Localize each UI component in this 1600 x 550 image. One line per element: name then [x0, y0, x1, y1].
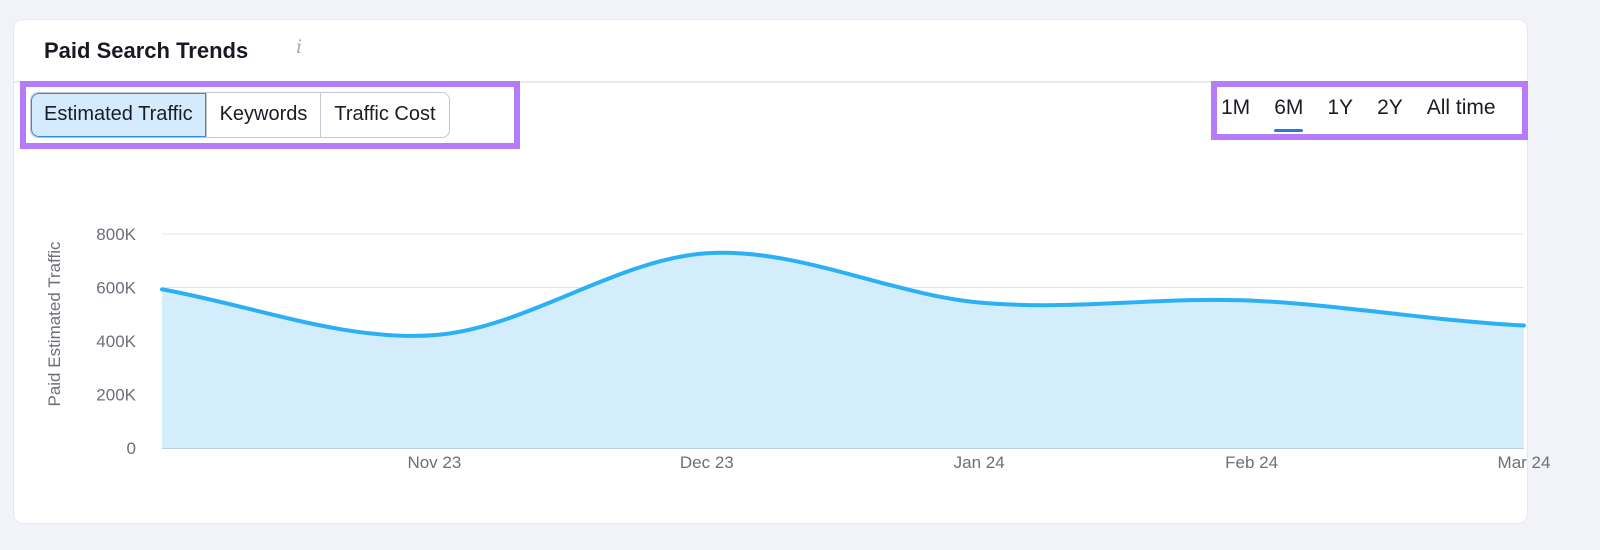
x-tick-label: Mar 24 — [1498, 453, 1551, 472]
y-tick-label: 200K — [96, 386, 136, 405]
x-tick-label: Feb 24 — [1225, 453, 1278, 472]
y-tick-label: 400K — [96, 332, 136, 351]
y-tick-label: 600K — [96, 279, 136, 298]
x-tick-label: Jan 24 — [954, 453, 1005, 472]
traffic-chart: Paid Estimated Traffic 0 200K 400K 600K 800K… — [45, 225, 1551, 472]
traffic-area — [162, 252, 1524, 448]
y-axis-label: Paid Estimated Traffic — [45, 241, 64, 407]
y-tick-label: 0 — [127, 439, 136, 458]
x-tick-label: Nov 23 — [407, 453, 461, 472]
y-tick-label: 800K — [96, 225, 136, 244]
x-tick-label: Dec 23 — [680, 453, 734, 472]
